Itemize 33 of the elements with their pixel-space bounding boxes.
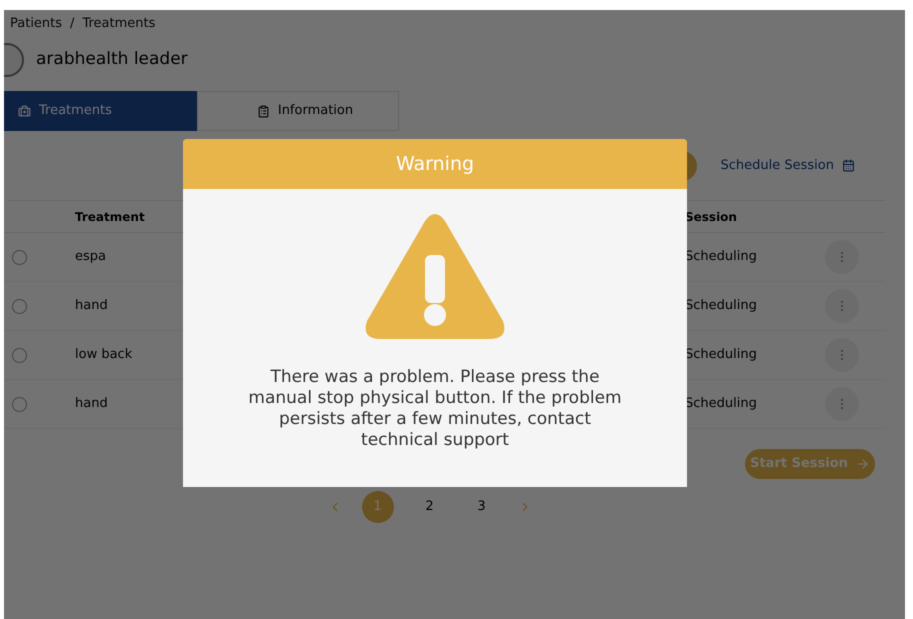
patient-name: arabhealth leader [36,48,188,72]
schedule-session-link[interactable]: Schedule Session [720,156,855,176]
column-header: Treatment [75,208,145,226]
table-cell-text: low back [75,346,132,364]
radio-button[interactable] [12,298,27,314]
more-options-button[interactable] [825,240,859,274]
breadcrumb-link[interactable]: Patients [10,14,62,34]
clipboard-icon [256,104,270,118]
breadcrumb-link[interactable]: Treatments [82,14,156,34]
dialog-title: Warning [396,152,474,177]
page-button[interactable]: 3 [466,491,498,523]
radio-button[interactable] [12,348,27,362]
tab[interactable]: Treatments [4,91,197,131]
more-options-button[interactable] [825,387,859,421]
radio-button[interactable] [12,250,27,264]
warning-message: There was a problem. Please press the manual stop physical button. If the problem persists after a few minutes, contact technical support [247,367,623,451]
breadcrumb-separator: / [70,15,74,34]
table-cell-text: espa [75,248,106,266]
table-cell-text: Scheduling [685,395,757,414]
column-header: Session [685,208,737,226]
warning-icon [363,213,507,341]
tab[interactable]: Information [197,91,399,131]
more-options-button[interactable] [825,338,859,372]
table-cell-text: Scheduling [685,297,757,316]
page-button[interactable]: 2 [414,491,446,523]
table-cell-text: hand [75,297,108,316]
calendar-icon [842,159,855,172]
more-options-button[interactable] [825,289,859,323]
table-cell-text: hand [75,395,108,414]
medical-bag-icon [18,104,31,118]
radio-button[interactable] [12,396,27,412]
table-cell-text: Scheduling [685,346,757,364]
table-cell-text: Scheduling [685,248,757,266]
